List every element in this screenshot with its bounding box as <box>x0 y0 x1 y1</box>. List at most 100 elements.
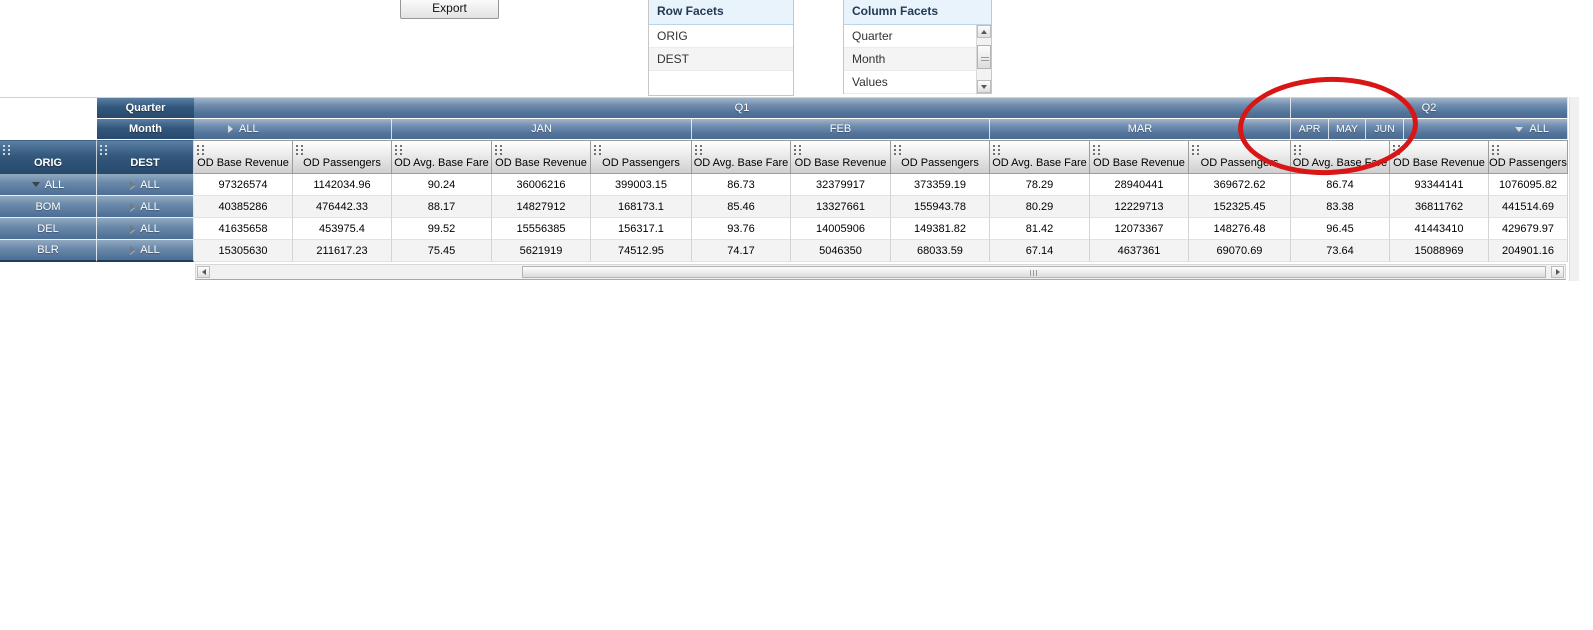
scroll-up-button[interactable] <box>977 25 991 38</box>
facet-item-month[interactable]: Month <box>844 48 976 71</box>
row-field-dest[interactable]: DEST <box>97 140 194 174</box>
expand-right-icon[interactable] <box>228 125 233 133</box>
value-cell: 85.46 <box>692 196 791 218</box>
thumb-grip-icon <box>981 55 989 61</box>
value-cell: 69070.69 <box>1189 240 1291 262</box>
column-header-label: OD Base Revenue <box>197 157 289 169</box>
facet-item-values[interactable]: Values <box>844 71 976 94</box>
dest-label: ALL <box>140 222 160 235</box>
scroll-right-button[interactable] <box>1551 266 1564 278</box>
orig-cell-del[interactable]: DEL <box>0 218 97 240</box>
dest-cell[interactable]: ALL <box>97 196 194 218</box>
month-group-all-q2[interactable]: ALL <box>1404 119 1568 139</box>
export-button[interactable]: Export <box>400 0 499 19</box>
column-header-1[interactable]: OD Passengers <box>293 140 392 174</box>
drag-handle-icon <box>296 145 298 147</box>
column-header-label: OD Base Revenue <box>495 157 587 169</box>
expand-right-icon[interactable] <box>130 180 136 189</box>
expand-right-icon[interactable] <box>130 202 136 211</box>
column-header-label: OD Passengers <box>303 157 381 169</box>
value-cell: 453975.4 <box>293 218 392 240</box>
value-cell: 78.29 <box>990 174 1090 196</box>
scroll-down-button[interactable] <box>977 80 991 93</box>
value-cell: 90.24 <box>392 174 492 196</box>
value-cell: 155943.78 <box>891 196 990 218</box>
value-cell: 1142034.96 <box>293 174 392 196</box>
column-header-7[interactable]: OD Passengers <box>891 140 990 174</box>
drag-handle-icon <box>894 145 896 147</box>
value-cell: 12229713 <box>1090 196 1189 218</box>
month-group-jan[interactable]: JAN <box>392 119 692 139</box>
column-header-label: OD Base Revenue <box>794 157 887 169</box>
orig-label: ALL <box>44 178 65 191</box>
arrow-down-icon <box>981 84 987 89</box>
drag-handle-icon <box>993 145 995 147</box>
value-cell: 15556385 <box>492 218 591 240</box>
month-group-all-q1[interactable]: ALL <box>194 119 392 139</box>
dest-cell[interactable]: ALL <box>97 240 194 262</box>
value-cell: 74.17 <box>692 240 791 262</box>
value-cell: 41635658 <box>194 218 293 240</box>
quarter-group-q1[interactable]: Q1 <box>194 98 1291 118</box>
drag-handle-icon <box>794 145 796 147</box>
orig-label: BLR <box>37 244 59 256</box>
column-header-label: OD Avg. Base Fare <box>693 157 789 169</box>
dest-label: ALL <box>140 200 160 213</box>
orig-cell-bom[interactable]: BOM <box>0 196 97 218</box>
value-cell: 36006216 <box>492 174 591 196</box>
column-header-label: OD Base Revenue <box>1393 157 1485 169</box>
facet-item-dest[interactable]: DEST <box>649 48 793 71</box>
orig-cell-blr[interactable]: BLR <box>0 240 97 262</box>
column-facets-scrollbar[interactable] <box>976 25 991 93</box>
expand-right-icon[interactable] <box>130 224 136 233</box>
drag-handle-icon <box>1192 145 1194 147</box>
column-header-9[interactable]: OD Base Revenue <box>1090 140 1189 174</box>
month-label: ALL <box>1529 123 1549 135</box>
value-cell: 156317.1 <box>591 218 692 240</box>
orig-label: BOM <box>35 200 61 213</box>
scrollbar-thumb[interactable] <box>522 266 1546 278</box>
month-group-feb[interactable]: FEB <box>692 119 990 139</box>
drag-handle-icon <box>197 145 199 147</box>
scroll-left-button[interactable] <box>197 266 210 278</box>
scrollbar-thumb[interactable] <box>977 45 991 69</box>
column-header-0[interactable]: OD Base Revenue <box>194 140 293 174</box>
corner-spacer <box>0 98 97 118</box>
orig-cell-all[interactable]: ALL <box>0 174 97 196</box>
value-cell: 86.73 <box>692 174 791 196</box>
corner-spacer <box>0 119 97 139</box>
value-cell: 28940441 <box>1090 174 1189 196</box>
row-field-orig[interactable]: ORIG <box>0 140 97 174</box>
column-header-4[interactable]: OD Passengers <box>591 140 692 174</box>
value-cell: 73.64 <box>1291 240 1390 262</box>
column-header-3[interactable]: OD Base Revenue <box>492 140 591 174</box>
column-header-5[interactable]: OD Avg. Base Fare <box>692 140 791 174</box>
dest-cell[interactable]: ALL <box>97 218 194 240</box>
expand-right-icon[interactable] <box>130 246 136 254</box>
facet-item-orig[interactable]: ORIG <box>649 25 793 48</box>
dest-cell[interactable]: ALL <box>97 174 194 196</box>
column-header-2[interactable]: OD Avg. Base Fare <box>392 140 492 174</box>
value-cell: 99.52 <box>392 218 492 240</box>
horizontal-scrollbar[interactable] <box>195 264 1566 280</box>
column-header-6[interactable]: OD Base Revenue <box>791 140 891 174</box>
drag-handle-icon <box>395 145 397 147</box>
value-cell: 211617.23 <box>293 240 392 262</box>
value-cell: 15305630 <box>194 240 293 262</box>
collapse-icon[interactable] <box>31 182 40 187</box>
column-facets-panel: Column Facets Quarter Month Values <box>843 0 992 94</box>
value-cell: 399003.15 <box>591 174 692 196</box>
column-header-13[interactable]: OD Passengers <box>1489 140 1568 174</box>
value-cell: 168173.1 <box>591 196 692 218</box>
facet-item-quarter[interactable]: Quarter <box>844 25 976 48</box>
column-header-label: OD Avg. Base Fare <box>992 157 1087 169</box>
collapse-down-icon[interactable] <box>1515 126 1524 132</box>
arrow-left-icon <box>201 269 206 275</box>
value-cell: 93.76 <box>692 218 791 240</box>
column-header-8[interactable]: OD Avg. Base Fare <box>990 140 1090 174</box>
column-header-label: OD Passengers <box>901 157 979 169</box>
dest-label: ALL <box>140 178 160 191</box>
value-cell: 204901.16 <box>1489 240 1568 262</box>
value-cell: 83.38 <box>1291 196 1390 218</box>
orig-label: DEL <box>37 222 59 235</box>
